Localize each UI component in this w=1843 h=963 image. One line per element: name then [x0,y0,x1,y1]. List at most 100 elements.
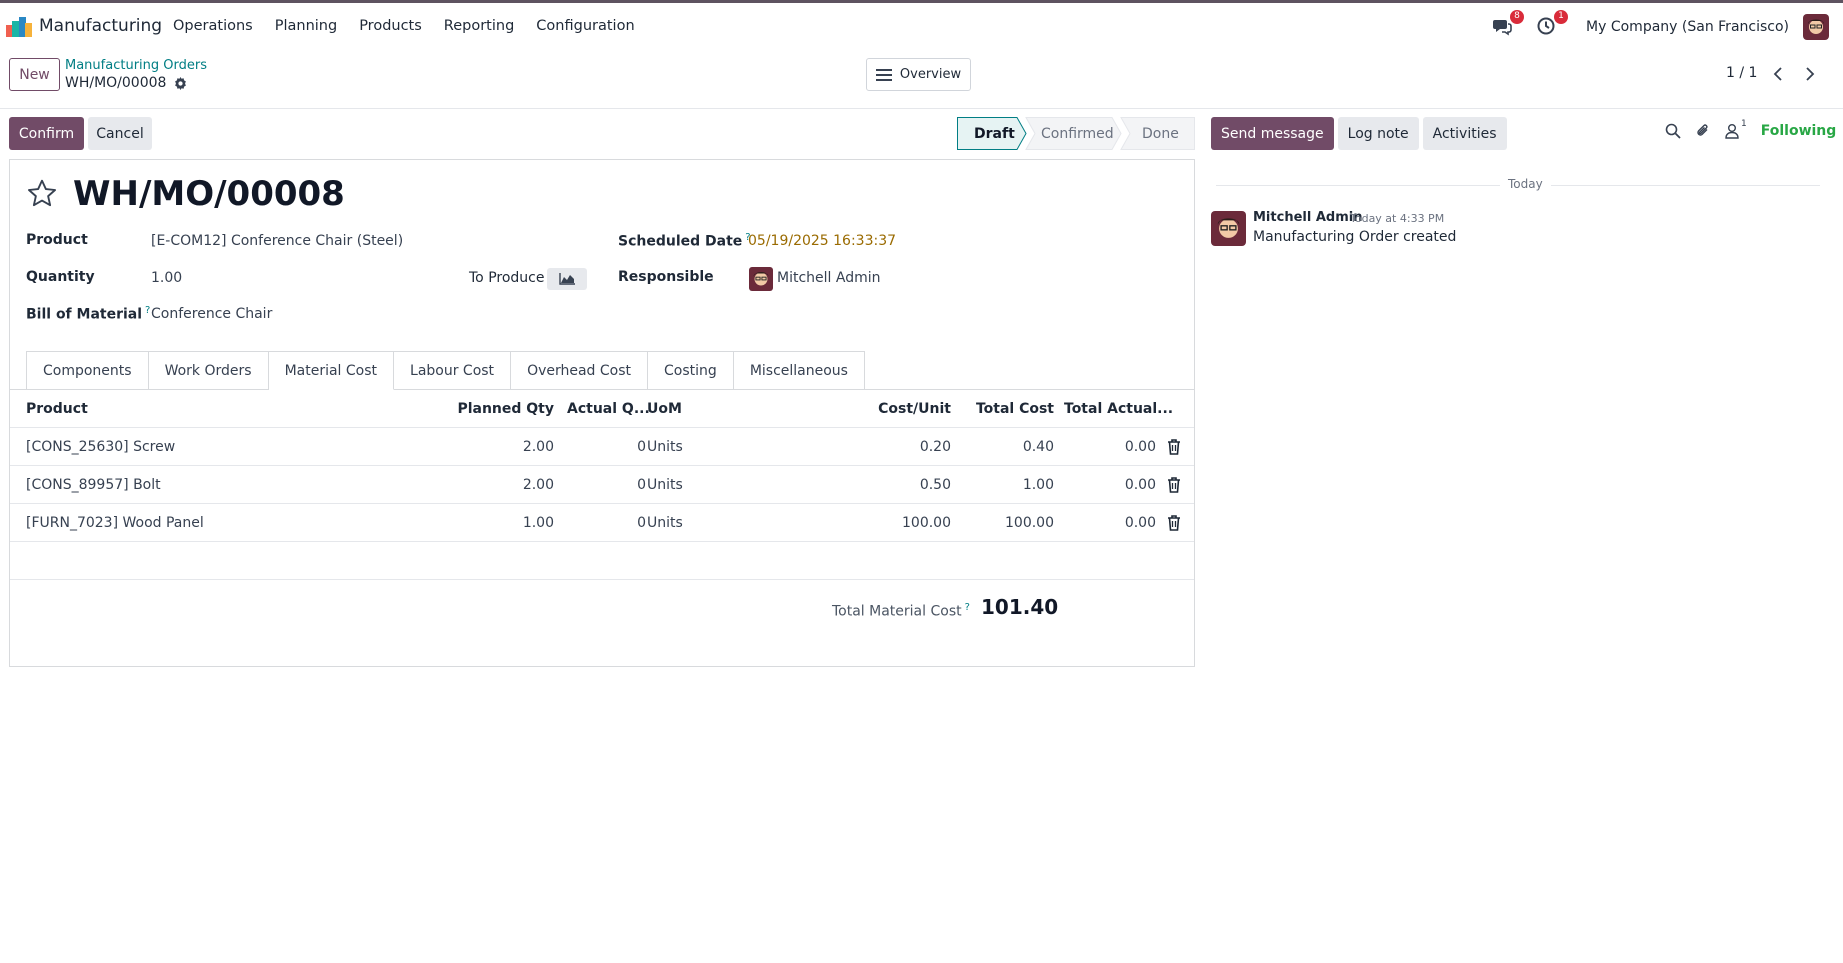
row-cost-unit[interactable]: 0.20 [920,439,951,455]
hamburger-icon [875,68,892,81]
top-menu: Operations Planning Products Reporting C… [173,18,657,34]
row-planned-qty[interactable]: 2.00 [523,477,554,493]
stage-draft[interactable]: Draft [974,117,1015,150]
bom-field[interactable]: Conference Chair [151,306,272,322]
menu-reporting[interactable]: Reporting [444,18,515,34]
tab-material-cost[interactable]: Material Cost [268,351,395,390]
row-product[interactable]: [CONS_89957] Bolt [26,477,161,493]
total-material-cost-value: 101.40 [981,595,1059,619]
row-planned-qty[interactable]: 1.00 [523,515,554,531]
row-product[interactable]: [FURN_7023] Wood Panel [26,515,204,531]
material-cost-table: Product Planned Qty Actual Q... UoM Cost… [10,390,1194,580]
chatter-topbar: Send message Log note Activities [1211,117,1507,150]
row-cost-unit[interactable]: 100.00 [902,515,951,531]
pager-value[interactable]: 1 / 1 [1726,65,1757,81]
col-product[interactable]: Product [26,401,88,417]
trash-icon[interactable] [1167,439,1181,455]
manufacturing-app-icon[interactable] [6,17,32,37]
clock-icon [1537,17,1555,34]
menu-planning[interactable]: Planning [275,18,337,34]
gear-icon[interactable] [174,76,187,90]
row-actual-qty[interactable]: 0 [637,439,646,455]
record-title: WH/MO/00008 [73,174,345,214]
quantity-field[interactable]: 1.00 [151,270,182,286]
message-author-avatar[interactable] [1211,211,1246,246]
stage-confirmed[interactable]: Confirmed [1041,117,1114,150]
row-actual-qty[interactable]: 0 [637,477,646,493]
menu-operations[interactable]: Operations [173,18,253,34]
total-material-cost-help-icon[interactable]: ? [965,602,970,613]
activities-button[interactable]: Activities [1422,117,1507,150]
breadcrumb-manufacturing-orders[interactable]: Manufacturing Orders [65,58,207,73]
bom-help-icon[interactable]: ? [145,305,150,316]
overview-button[interactable]: Overview [866,58,971,91]
messages-systray[interactable]: 8 [1492,9,1525,38]
followers-button[interactable]: 1 [1725,119,1747,139]
col-cost-unit[interactable]: Cost/Unit [878,401,951,417]
new-button[interactable]: New [9,58,60,91]
row-actual-qty[interactable]: 0 [637,515,646,531]
row-uom[interactable]: Units [647,439,683,455]
row-total-cost[interactable]: 100.00 [1005,515,1054,531]
row-total-cost[interactable]: 0.40 [1023,439,1054,455]
row-total-actual[interactable]: 0.00 [1125,515,1156,531]
col-total-actual[interactable]: Total Actual... [1064,401,1173,417]
to-produce-label: To Produce [469,270,545,286]
responsible-label: Responsible [618,269,714,285]
paperclip-icon[interactable] [1695,123,1711,139]
menu-products[interactable]: Products [359,18,422,34]
company-switcher[interactable]: My Company (San Francisco) [1586,19,1789,35]
area-chart-icon [559,273,575,285]
cancel-button[interactable]: Cancel [88,117,152,150]
tab-labour-cost[interactable]: Labour Cost [394,351,512,390]
control-panel: New Manufacturing Orders WH/MO/00008 Ove… [0,50,1843,109]
row-uom[interactable]: Units [647,477,683,493]
bom-label: Bill of Material? [26,305,150,323]
search-icon[interactable] [1665,123,1681,139]
activities-systray[interactable]: 1 [1536,9,1569,38]
table-row[interactable]: [FURN_7023] Wood Panel 1.00 0 Units 100.… [10,504,1194,542]
quantity-label: Quantity [26,269,95,285]
row-total-actual[interactable]: 0.00 [1125,439,1156,455]
scheduled-date-field[interactable]: 05/19/2025 16:33:37 [748,233,896,249]
confirm-button[interactable]: Confirm [9,117,84,150]
tab-miscellaneous[interactable]: Miscellaneous [733,351,865,390]
user-avatar[interactable] [1803,13,1829,40]
send-message-button[interactable]: Send message [1211,117,1334,150]
trash-icon[interactable] [1167,515,1181,531]
message-author[interactable]: Mitchell Admin [1253,210,1362,225]
pager-next-button[interactable] [1795,59,1825,89]
col-uom[interactable]: UoM [647,401,682,417]
tab-components[interactable]: Components [26,351,149,390]
col-total-cost[interactable]: Total Cost [976,401,1054,417]
following-button[interactable]: Following [1761,123,1837,139]
breadcrumb-current: WH/MO/00008 [65,75,187,91]
row-cost-unit[interactable]: 0.50 [920,477,951,493]
log-note-button[interactable]: Log note [1337,117,1419,150]
forecast-graph-button[interactable] [547,268,587,290]
stage-done[interactable]: Done [1142,117,1179,150]
star-icon[interactable] [26,178,58,210]
tab-work-orders[interactable]: Work Orders [148,351,269,390]
table-row[interactable]: [CONS_25630] Screw 2.00 0 Units 0.20 0.4… [10,428,1194,466]
app-name[interactable]: Manufacturing [39,16,162,36]
tab-overhead-cost[interactable]: Overhead Cost [511,351,649,390]
navbar-systray: 8 1 My Company (San Francisco) [1492,3,1843,50]
menu-configuration[interactable]: Configuration [536,18,634,34]
pager-previous-button[interactable] [1763,59,1793,89]
followers-count: 1 [1741,119,1747,129]
row-planned-qty[interactable]: 2.00 [523,439,554,455]
message-body: Manufacturing Order created [1253,229,1457,245]
col-planned-qty[interactable]: Planned Qty [457,401,554,417]
table-row[interactable]: [CONS_89957] Bolt 2.00 0 Units 0.50 1.00… [10,466,1194,504]
trash-icon[interactable] [1167,477,1181,493]
responsible-field[interactable]: Mitchell Admin [777,270,881,286]
row-product[interactable]: [CONS_25630] Screw [26,439,175,455]
row-total-cost[interactable]: 1.00 [1023,477,1054,493]
row-total-actual[interactable]: 0.00 [1125,477,1156,493]
row-uom[interactable]: Units [647,515,683,531]
tab-costing[interactable]: Costing [648,351,734,390]
col-actual-qty[interactable]: Actual Q... [567,401,650,417]
product-field[interactable]: [E-COM12] Conference Chair (Steel) [151,233,403,249]
table-empty-row [10,542,1194,580]
